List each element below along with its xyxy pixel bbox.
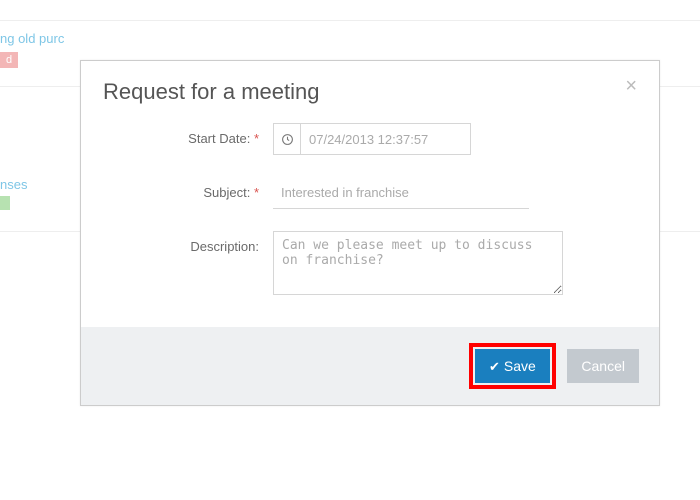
- bg-link-2[interactable]: nses: [0, 177, 27, 192]
- bg-badge-2: [0, 196, 10, 210]
- description-input[interactable]: [273, 231, 563, 295]
- start-date-input[interactable]: [301, 123, 471, 155]
- meeting-request-modal: Request for a meeting × Start Date: * Su…: [80, 60, 660, 406]
- label-subject-text: Subject:: [203, 185, 250, 200]
- check-icon: ✔: [489, 350, 500, 384]
- required-marker: *: [254, 131, 259, 146]
- subject-input[interactable]: [273, 177, 529, 209]
- save-button[interactable]: ✔Save: [475, 349, 550, 383]
- row-description: Description:: [103, 231, 637, 295]
- modal-body: Start Date: * Subject: * Des: [81, 123, 659, 327]
- modal-footer: ✔Save Cancel: [81, 327, 659, 405]
- label-start-date: Start Date: *: [103, 123, 273, 146]
- cancel-button[interactable]: Cancel: [567, 349, 639, 383]
- clock-icon[interactable]: [273, 123, 301, 155]
- bg-badge-1: d: [0, 52, 18, 68]
- required-marker: *: [254, 185, 259, 200]
- label-description: Description:: [103, 231, 273, 254]
- label-subject: Subject: *: [103, 177, 273, 200]
- save-button-label: Save: [504, 358, 536, 374]
- save-highlight: ✔Save: [469, 343, 556, 389]
- row-start-date: Start Date: *: [103, 123, 637, 155]
- label-start-date-text: Start Date:: [188, 131, 250, 146]
- close-icon[interactable]: ×: [619, 75, 643, 97]
- bg-link-1[interactable]: ng old purc: [0, 31, 64, 46]
- modal-header: Request for a meeting ×: [81, 61, 659, 123]
- modal-title: Request for a meeting: [103, 79, 637, 105]
- row-subject: Subject: *: [103, 177, 637, 209]
